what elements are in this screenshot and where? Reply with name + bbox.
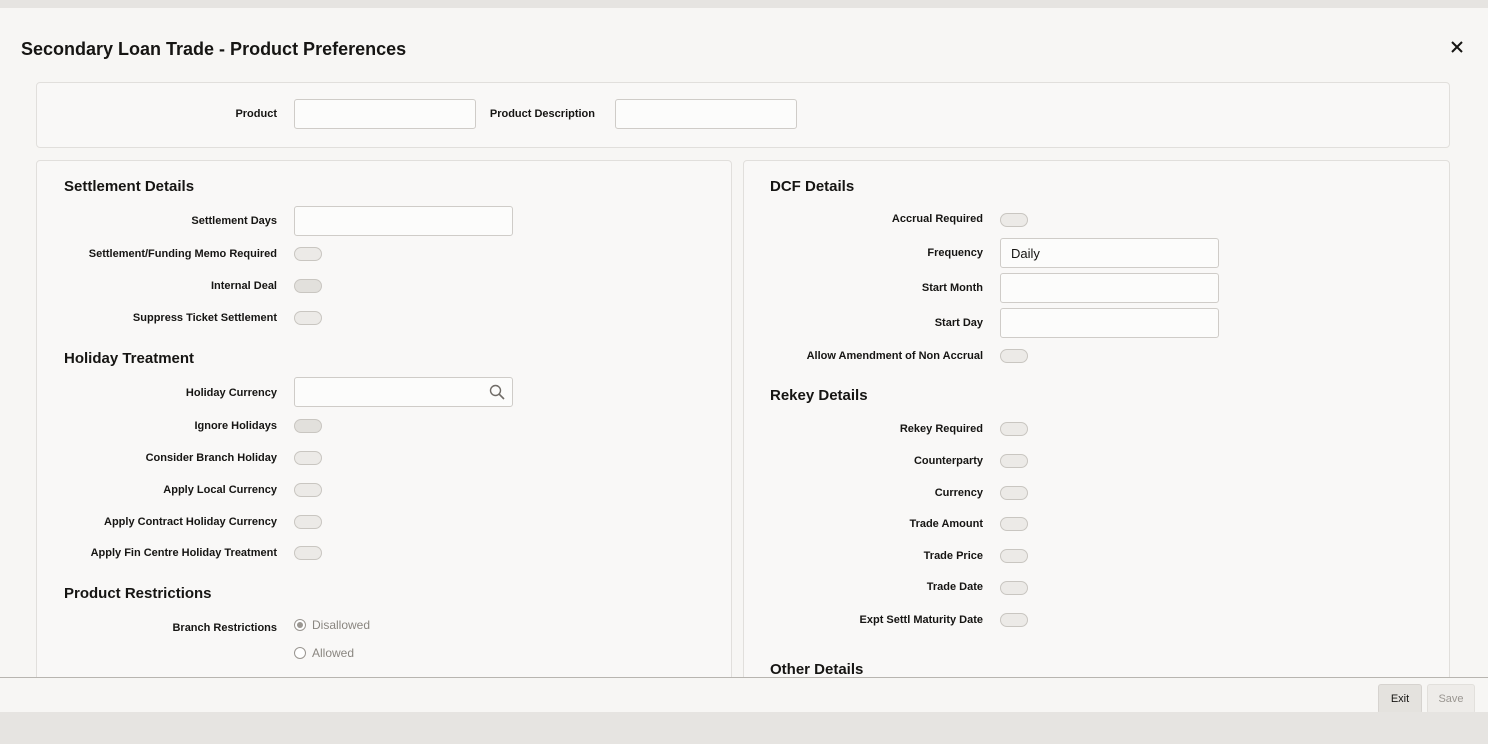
- currency-toggle[interactable]: [1000, 486, 1028, 500]
- apply-fin-centre-toggle[interactable]: [294, 546, 322, 560]
- exit-button[interactable]: Exit: [1378, 684, 1422, 714]
- product-restrictions-heading: Product Restrictions: [64, 585, 212, 602]
- radio-allowed-label: Allowed: [312, 646, 355, 660]
- start-month-input[interactable]: [1000, 273, 1219, 303]
- trade-amount-toggle[interactable]: [1000, 517, 1028, 531]
- frequency-input[interactable]: [1000, 238, 1219, 268]
- product-description-input[interactable]: [615, 99, 797, 129]
- rekey-details-heading: Rekey Details: [770, 387, 868, 404]
- accrual-required-label: Accrual Required: [891, 213, 983, 225]
- counterparty-toggle[interactable]: [1000, 454, 1028, 468]
- accrual-required-toggle[interactable]: [1000, 213, 1028, 227]
- product-description-label: Product Description: [489, 108, 595, 120]
- trade-date-toggle[interactable]: [1000, 581, 1028, 595]
- other-details-heading: Other Details: [770, 661, 864, 678]
- bottom-strip: [0, 712, 1488, 744]
- search-icon[interactable]: [489, 384, 505, 405]
- apply-contract-holiday-label: Apply Contract Holiday Currency: [104, 516, 277, 528]
- settlement-days-input[interactable]: [294, 206, 513, 236]
- window-title: Secondary Loan Trade - Product Preferenc…: [21, 39, 407, 59]
- dcf-details-heading: DCF Details: [770, 178, 855, 195]
- expt-settl-maturity-toggle[interactable]: [1000, 613, 1028, 627]
- trade-date-label: Trade Date: [926, 581, 983, 593]
- allow-amendment-label: Allow Amendment of Non Accrual: [806, 350, 983, 362]
- rekey-required-toggle[interactable]: [1000, 422, 1028, 436]
- settlement-days-label: Settlement Days: [191, 215, 277, 227]
- right-panel: DCF Details Accrual Required Frequency S…: [743, 160, 1450, 682]
- radio-disallowed-label: Disallowed: [312, 618, 371, 632]
- start-month-label: Start Month: [921, 282, 983, 294]
- product-preferences-window: Secondary Loan Trade - Product Preferenc…: [0, 8, 1488, 721]
- ignore-holidays-toggle[interactable]: [294, 419, 322, 433]
- close-button[interactable]: [1448, 40, 1466, 58]
- apply-contract-holiday-toggle[interactable]: [294, 515, 322, 529]
- product-label: Product: [235, 108, 277, 120]
- consider-branch-holiday-label: Consider Branch Holiday: [145, 452, 277, 464]
- product-panel: Product Product Description: [36, 82, 1450, 148]
- internal-deal-toggle[interactable]: [294, 279, 322, 293]
- counterparty-label: Counterparty: [913, 455, 983, 467]
- holiday-currency-input[interactable]: [294, 377, 513, 407]
- product-input[interactable]: [294, 99, 476, 129]
- currency-label: Currency: [934, 487, 983, 499]
- settlement-memo-toggle[interactable]: [294, 247, 322, 261]
- trade-price-toggle[interactable]: [1000, 549, 1028, 563]
- consider-branch-holiday-toggle[interactable]: [294, 451, 322, 465]
- apply-local-currency-toggle[interactable]: [294, 483, 322, 497]
- allow-amendment-toggle[interactable]: [1000, 349, 1028, 363]
- close-icon: [1451, 40, 1463, 58]
- start-day-input[interactable]: [1000, 308, 1219, 338]
- trade-price-label: Trade Price: [923, 550, 983, 562]
- radio-disallowed[interactable]: [294, 619, 306, 631]
- radio-allowed[interactable]: [294, 647, 306, 659]
- suppress-ticket-toggle[interactable]: [294, 311, 322, 325]
- left-panel: Settlement Details Settlement Days Settl…: [36, 160, 732, 682]
- start-day-label: Start Day: [934, 317, 983, 329]
- holiday-treatment-heading: Holiday Treatment: [64, 350, 195, 367]
- frequency-label: Frequency: [927, 247, 983, 259]
- apply-fin-centre-label: Apply Fin Centre Holiday Treatment: [90, 547, 277, 559]
- save-button[interactable]: Save: [1427, 684, 1475, 714]
- top-strip: [0, 0, 1488, 8]
- settlement-details-heading: Settlement Details: [64, 178, 195, 195]
- ignore-holidays-label: Ignore Holidays: [194, 420, 277, 432]
- trade-amount-label: Trade Amount: [909, 518, 983, 530]
- apply-local-currency-label: Apply Local Currency: [163, 484, 277, 496]
- expt-settl-maturity-label: Expt Settl Maturity Date: [859, 614, 983, 626]
- settlement-memo-label: Settlement/Funding Memo Required: [88, 248, 277, 260]
- rekey-required-label: Rekey Required: [899, 423, 983, 435]
- holiday-currency-label: Holiday Currency: [185, 387, 277, 399]
- internal-deal-label: Internal Deal: [210, 280, 277, 292]
- branch-restrictions-label: Branch Restrictions: [172, 622, 277, 634]
- suppress-ticket-label: Suppress Ticket Settlement: [132, 312, 277, 324]
